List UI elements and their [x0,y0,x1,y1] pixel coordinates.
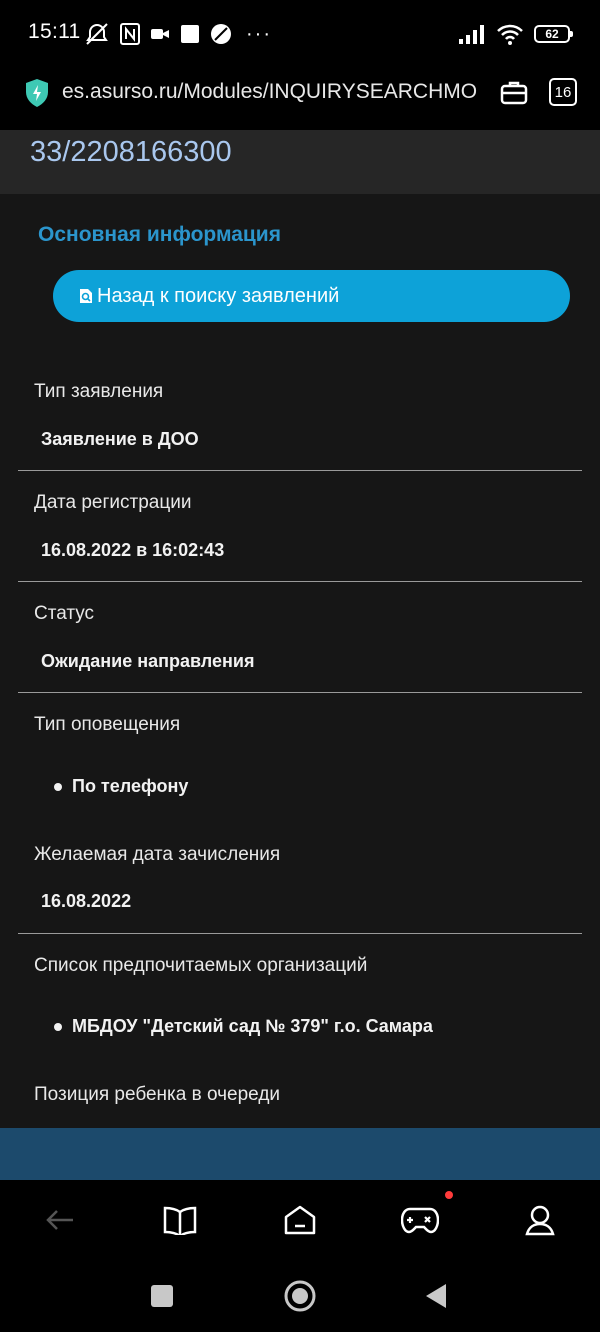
inquiry-number: 33/2208166300 [30,136,232,168]
recent-apps-button[interactable] [144,1278,180,1314]
system-back-button[interactable] [418,1278,454,1314]
home-icon [284,1205,316,1235]
field-value-inquiry-type: Заявление в ДОО [41,429,199,449]
field-label-queue-position: Позиция ребенка в очереди [34,1084,281,1105]
page-footer-strip [0,1128,600,1180]
field-label-registration-date: Дата регистрации [34,492,192,513]
status-bar: 15:11 ··· 62 [0,0,600,66]
back-to-search-button[interactable]: Назад к поиску заявлений [53,270,570,322]
field-value-desired-date: 16.08.2022 [41,891,132,911]
gamepad-icon [401,1207,439,1234]
field-label-desired-date: Желаемая дата зачисления [34,844,281,865]
list-bullet [54,783,62,791]
system-nav-bar [0,1258,600,1332]
status-time: 15:11 [28,20,81,43]
nfc-icon [120,23,140,45]
more-notifications: ··· [246,22,272,45]
divider [18,933,582,934]
signal-icon [459,25,484,44]
divider [18,581,582,582]
tab-counter-button[interactable]: 16 [549,78,577,106]
list-item-organization: МБДОУ "Детский сад № 379" г.о. Самара [72,1016,433,1036]
video-call-icon [151,29,169,39]
section-title: Основная информация [38,223,281,246]
system-home-button[interactable] [282,1278,318,1314]
recent-apps-icon [151,1285,173,1307]
briefcase-icon[interactable] [500,78,528,106]
field-value-registration-date: 16.08.2022 в 16:02:43 [41,540,225,560]
header-strip: 33/2208166300 [0,130,600,194]
list-bullet [54,1023,62,1031]
page-content: 33/2208166300 Основная информация Назад … [0,130,600,1180]
games-button[interactable] [400,1200,440,1240]
book-icon [163,1206,197,1235]
profile-icon [525,1205,555,1236]
status-icons-left: ··· [84,22,272,46]
field-label-status: Статус [34,603,95,624]
back-arrow-icon [46,1210,73,1230]
list-item-notification: По телефону [72,776,189,796]
back-triangle-icon [426,1284,446,1308]
bookmarks-button[interactable] [160,1200,200,1240]
notification-dot [445,1191,453,1199]
shield-icon[interactable] [24,78,50,108]
browser-toolbar [0,1180,600,1258]
square-notification-icon [181,25,199,43]
url-bar: es.asurso.ru/Modules/INQUIRYSEARCHMO 16 [0,66,600,130]
search-document-icon [80,289,92,303]
home-circle-icon [284,1280,316,1312]
battery-icon: 62 [534,25,573,43]
home-button[interactable] [280,1200,320,1240]
mute-alarm-icon [86,23,108,45]
field-label-inquiry-type: Тип заявления [34,381,164,402]
divider [18,470,582,471]
profile-button[interactable] [520,1200,560,1240]
battery-level: 62 [545,27,559,41]
back-button[interactable] [40,1200,80,1240]
wifi-icon [497,24,523,45]
field-label-notification-type: Тип оповещения [34,714,181,735]
status-icons-right: 62 [458,20,573,48]
divider [18,692,582,693]
do-not-disturb-icon [211,24,231,44]
field-label-preferred-orgs: Список предпочитаемых организаций [34,955,368,976]
url-field[interactable]: es.asurso.ru/Modules/INQUIRYSEARCHMO [62,80,482,104]
back-button-label: Назад к поиску заявлений [97,284,340,307]
field-value-status: Ожидание направления [41,651,255,671]
